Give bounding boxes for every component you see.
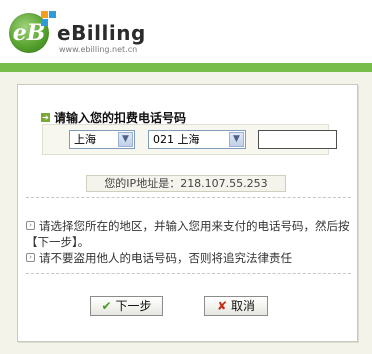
- instruction-text: 请选择您所在的地区，并输入您用来支付的电话号码，然后按【下一步】。: [26, 219, 350, 249]
- logo-square-blue: [49, 11, 56, 18]
- ip-address-display: 您的IP地址是：218.107.55.253: [86, 175, 286, 192]
- divider: [26, 197, 351, 198]
- arrow-right-icon: ›: [26, 253, 35, 262]
- x-icon: ✘: [216, 299, 228, 313]
- warning-text: 请不要盗用他人的电话号码，否则将追究法律责任: [39, 251, 292, 265]
- logo-square-orange: [41, 11, 48, 18]
- warning-note: › 请不要盗用他人的电话号码，否则将追究法律责任: [26, 250, 292, 266]
- ip-address-text: 您的IP地址是：218.107.55.253: [104, 177, 268, 190]
- logo-square-blue-2: [41, 19, 48, 26]
- section-title-text: 请输入您的扣费电话号码: [54, 111, 187, 125]
- arrow-right-icon: ›: [26, 221, 35, 230]
- province-select-value: 上海: [74, 133, 96, 146]
- form-panel: ➔ 请输入您的扣费电话号码 上海 ▼ 021 上海 ▼ 您的IP地址是：218.1…: [17, 84, 358, 342]
- arrow-right-icon: ➔: [41, 113, 50, 122]
- cancel-button[interactable]: ✘ 取消: [204, 296, 268, 316]
- city-select[interactable]: 021 上海 ▼: [148, 130, 246, 149]
- content-area: ➔ 请输入您的扣费电话号码 上海 ▼ 021 上海 ▼ 您的IP地址是：218.1…: [0, 72, 372, 354]
- city-select-value: 021 上海: [153, 133, 200, 146]
- next-button[interactable]: ✔ 下一步: [90, 296, 163, 316]
- brand-name: eBilling: [57, 21, 146, 45]
- phone-number-input[interactable]: [258, 130, 337, 149]
- next-button-label: 下一步: [115, 299, 152, 313]
- input-row: 上海 ▼ 021 上海 ▼: [42, 124, 337, 155]
- chevron-down-icon[interactable]: ▼: [229, 132, 244, 147]
- divider: [26, 273, 351, 274]
- chevron-down-icon[interactable]: ▼: [118, 132, 133, 147]
- instruction-note: › 请选择您所在的地区，并输入您用来支付的电话号码，然后按【下一步】。: [26, 218, 351, 250]
- check-icon: ✔: [101, 299, 112, 313]
- province-select[interactable]: 上海 ▼: [69, 130, 135, 149]
- header-divider: [0, 63, 372, 72]
- cancel-button-label: 取消: [231, 299, 256, 313]
- header: eB eBilling www.ebilling.net.cn: [0, 0, 372, 62]
- brand-url: www.ebilling.net.cn: [59, 45, 138, 54]
